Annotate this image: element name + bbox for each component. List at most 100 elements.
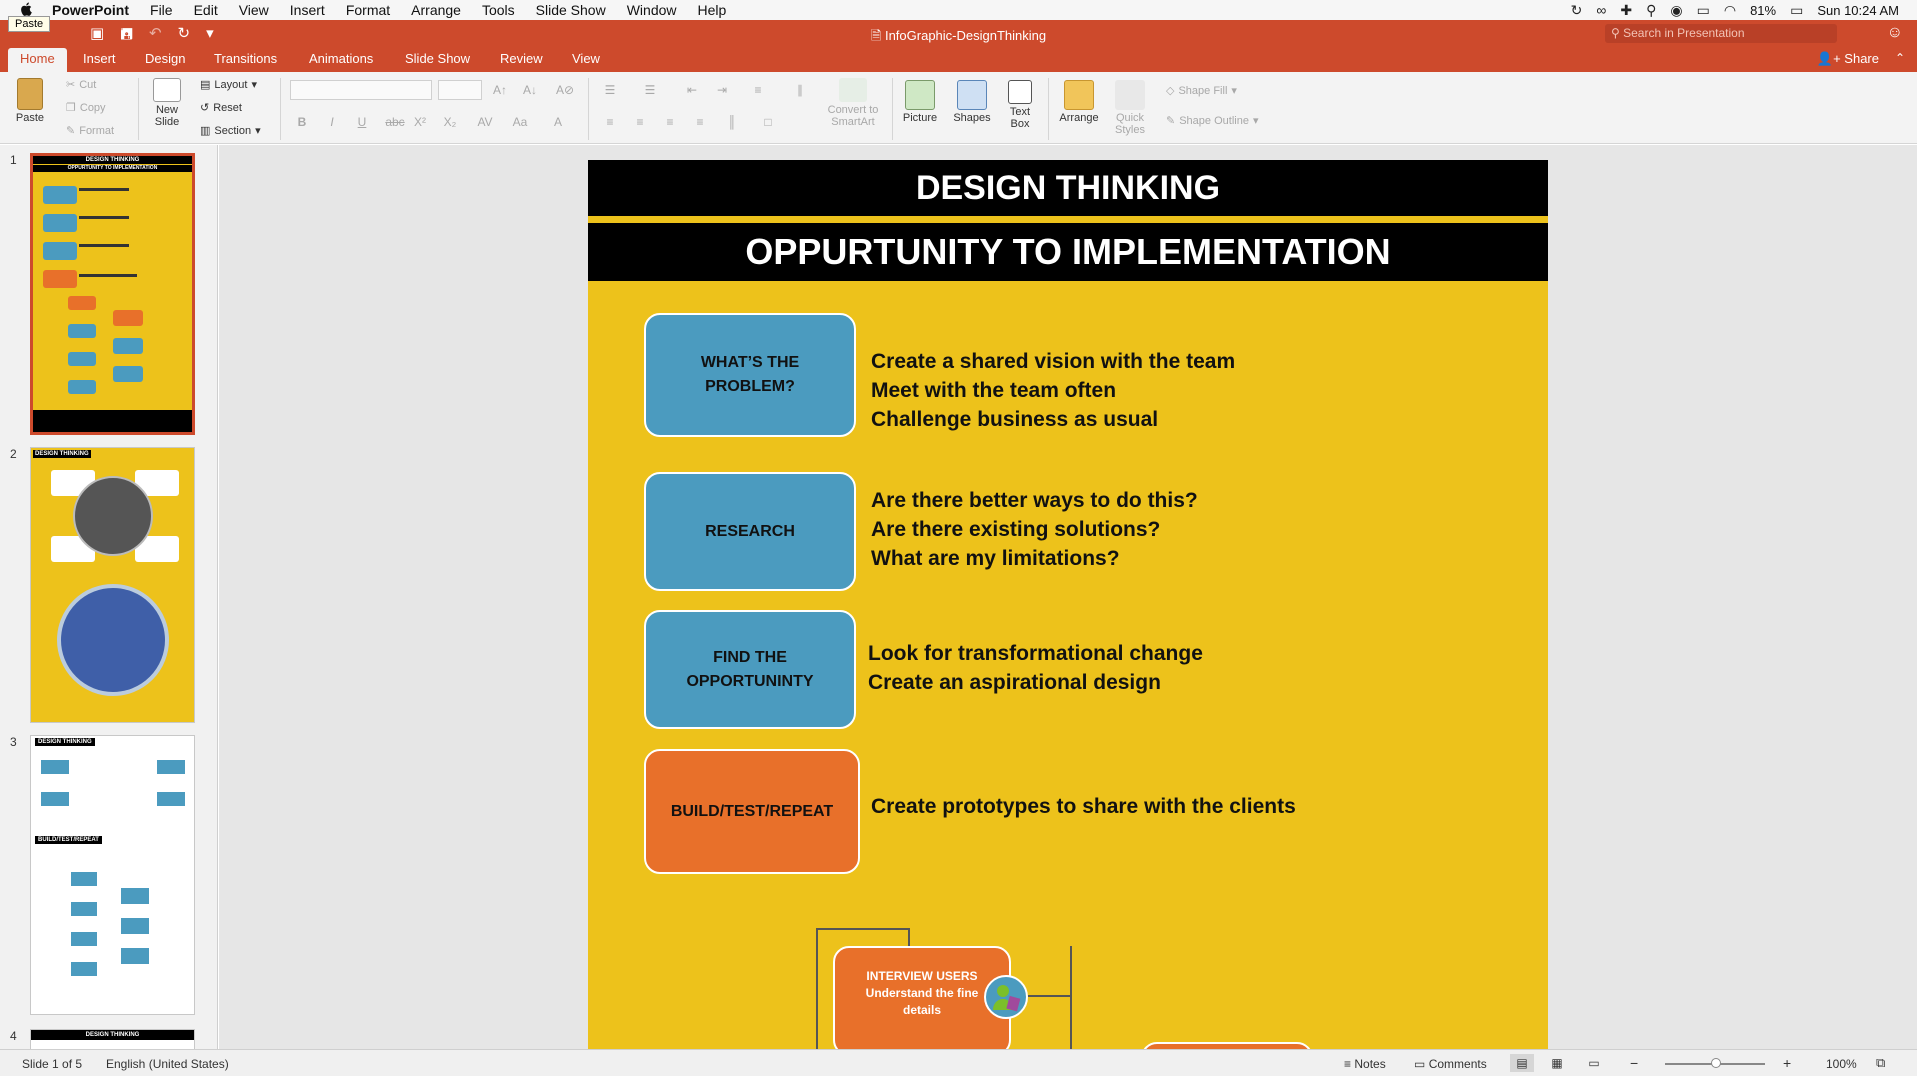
thumbnail-slide-3[interactable]: DESIGN THINKING BUILD/TEST/REPEAT	[30, 735, 195, 1015]
feedback-smiley-icon[interactable]: ☺	[1887, 24, 1903, 42]
menu-slide-show[interactable]: Slide Show	[536, 2, 606, 18]
font-color-icon[interactable]: A	[548, 112, 568, 132]
picture-button[interactable]: Picture	[898, 80, 942, 124]
menu-view[interactable]: View	[239, 2, 269, 18]
comments-button[interactable]: ▭ Comments	[1414, 1057, 1487, 1071]
tab-insert[interactable]: Insert	[83, 51, 116, 66]
airplay-icon[interactable]: ▭	[1697, 2, 1710, 19]
menu-edit[interactable]: Edit	[194, 2, 218, 18]
zoom-level[interactable]: 100%	[1826, 1057, 1857, 1071]
clear-formatting-icon[interactable]: A⊘	[555, 80, 575, 100]
shape-fill-button[interactable]: ◇ Shape Fill ▾	[1166, 84, 1237, 98]
line-spacing-icon[interactable]: ≡	[748, 80, 768, 100]
columns-icon[interactable]: ∥	[790, 80, 810, 100]
new-slide-button[interactable]: New Slide	[145, 78, 189, 128]
copy-button[interactable]: ❐ Copy	[66, 101, 106, 115]
tab-slide-show[interactable]: Slide Show	[405, 51, 470, 66]
align-center-icon[interactable]: ≡	[630, 112, 650, 132]
glasses-icon[interactable]: ∞	[1596, 2, 1606, 18]
current-slide[interactable]: DESIGN THINKING OPPURTUNITY TO IMPLEMENT…	[588, 160, 1548, 1049]
convert-to-smartart-button[interactable]: Convert to SmartArt	[820, 78, 886, 128]
tab-animations[interactable]: Animations	[309, 51, 373, 66]
chrome-icon[interactable]: ◉	[1670, 2, 1682, 19]
slide-sorter-icon[interactable]: ▦	[1545, 1054, 1569, 1072]
numbering-icon[interactable]: ☰	[640, 80, 660, 100]
slide-subtitle[interactable]: OPPURTUNITY TO IMPLEMENTATION	[588, 223, 1548, 281]
share-button[interactable]: 👤+ Share	[1817, 51, 1879, 67]
slide-editing-canvas[interactable]: DESIGN THINKING OPPURTUNITY TO IMPLEMENT…	[219, 145, 1917, 1049]
language-indicator[interactable]: English (United States)	[106, 1057, 229, 1071]
slide-title[interactable]: DESIGN THINKING	[588, 160, 1548, 216]
battery-percent[interactable]: 81%	[1750, 3, 1776, 18]
zoom-slider-handle[interactable]	[1711, 1058, 1721, 1068]
zoom-in-icon[interactable]: +	[1783, 1055, 1791, 1071]
menu-format[interactable]: Format	[346, 2, 390, 18]
sync-icon[interactable]: ↻	[1571, 2, 1583, 19]
thumbnail-slide-1[interactable]: DESIGN THINKING OPPURTUNITY TO IMPLEMENT…	[30, 153, 195, 435]
menu-clock[interactable]: Sun 10:24 AM	[1817, 3, 1899, 18]
superscript-icon[interactable]: X²	[410, 112, 430, 132]
tab-view[interactable]: View	[572, 51, 600, 66]
thumbnail-slide-4[interactable]: DESIGN THINKING	[30, 1029, 195, 1049]
spotlight-search-icon[interactable]: ⚲	[1646, 2, 1656, 19]
step-description-problem[interactable]: Create a shared vision with the team Mee…	[871, 347, 1235, 434]
step-box-build-test-repeat[interactable]: BUILD/TEST/REPEAT	[644, 749, 860, 874]
zoom-out-icon[interactable]: −	[1630, 1055, 1638, 1071]
reading-view-icon[interactable]: ▭	[1582, 1054, 1606, 1072]
menu-file[interactable]: File	[150, 2, 173, 18]
section-button[interactable]: ▥ Section ▾	[200, 124, 261, 138]
tab-transitions[interactable]: Transitions	[214, 51, 277, 66]
notes-button[interactable]: ≡ Notes	[1344, 1057, 1386, 1071]
decrease-indent-icon[interactable]: ⇤	[682, 80, 702, 100]
step-box-opportunity[interactable]: FIND THE OPPORTUNINTY	[644, 610, 856, 729]
menu-arrange[interactable]: Arrange	[411, 2, 461, 18]
change-case-icon[interactable]: Aa	[505, 112, 535, 132]
justify-icon[interactable]: ≡	[690, 112, 710, 132]
decrease-font-icon[interactable]: A↓	[520, 80, 540, 100]
step-box-problem[interactable]: WHAT’S THE PROBLEM?	[644, 313, 856, 437]
font-name-dropdown[interactable]	[290, 80, 432, 100]
step-box-research[interactable]: RESEARCH	[644, 472, 856, 591]
app-name[interactable]: PowerPoint	[52, 2, 129, 18]
tab-home[interactable]: Home	[8, 48, 67, 72]
shapes-button[interactable]: Shapes	[948, 80, 996, 124]
character-spacing-icon[interactable]: AV	[470, 112, 500, 132]
menu-help[interactable]: Help	[698, 2, 727, 18]
paste-button[interactable]: Paste	[8, 78, 52, 124]
font-size-dropdown[interactable]	[438, 80, 482, 100]
search-in-presentation[interactable]: ⚲ Search in Presentation	[1605, 24, 1837, 43]
battery-icon[interactable]: ▭	[1790, 2, 1803, 19]
normal-view-icon[interactable]: ▤	[1510, 1054, 1534, 1072]
tab-review[interactable]: Review	[500, 51, 543, 66]
thumbnail-slide-2[interactable]: DESIGN THINKING	[30, 447, 195, 723]
shape-outline-button[interactable]: ✎ Shape Outline ▾	[1166, 114, 1258, 128]
collapse-ribbon-icon[interactable]: ⌃	[1895, 51, 1905, 65]
increase-indent-icon[interactable]: ⇥	[712, 80, 732, 100]
slide-thumbnails-pane[interactable]: 1 DESIGN THINKING OPPURTUNITY TO IMPLEME…	[0, 145, 218, 1049]
step-description-build[interactable]: Create prototypes to share with the clie…	[871, 792, 1296, 821]
quick-styles-button[interactable]: Quick Styles	[1108, 80, 1152, 136]
reset-button[interactable]: ↺ Reset	[200, 101, 242, 115]
tab-design[interactable]: Design	[145, 51, 185, 66]
format-painter-button[interactable]: ✎ Format	[66, 124, 114, 138]
align-right-icon[interactable]: ≡	[660, 112, 680, 132]
step-description-research[interactable]: Are there better ways to do this? Are th…	[871, 486, 1198, 573]
fit-to-window-icon[interactable]: ⧉	[1876, 1055, 1885, 1071]
menu-tools[interactable]: Tools	[482, 2, 515, 18]
bullets-icon[interactable]: ☰	[600, 80, 620, 100]
increase-font-icon[interactable]: A↑	[490, 80, 510, 100]
step-description-opportunity[interactable]: Look for transformational change Create …	[868, 639, 1203, 697]
flow-box-partial[interactable]	[1141, 1042, 1313, 1049]
bold-icon[interactable]: B	[292, 112, 312, 132]
text-box-button[interactable]: Text Box	[1002, 80, 1038, 130]
menu-insert[interactable]: Insert	[290, 2, 325, 18]
strikethrough-icon[interactable]: abc	[382, 112, 408, 132]
align-text-icon[interactable]: □	[758, 112, 778, 132]
network-icon[interactable]: ✚	[1620, 2, 1632, 19]
arrange-button[interactable]: Arrange	[1054, 80, 1104, 124]
underline-icon[interactable]: U	[352, 112, 372, 132]
cut-button[interactable]: ✂ Cut	[66, 78, 96, 92]
wifi-icon[interactable]: ◠	[1724, 2, 1736, 19]
menu-window[interactable]: Window	[627, 2, 677, 18]
align-left-icon[interactable]: ≡	[600, 112, 620, 132]
